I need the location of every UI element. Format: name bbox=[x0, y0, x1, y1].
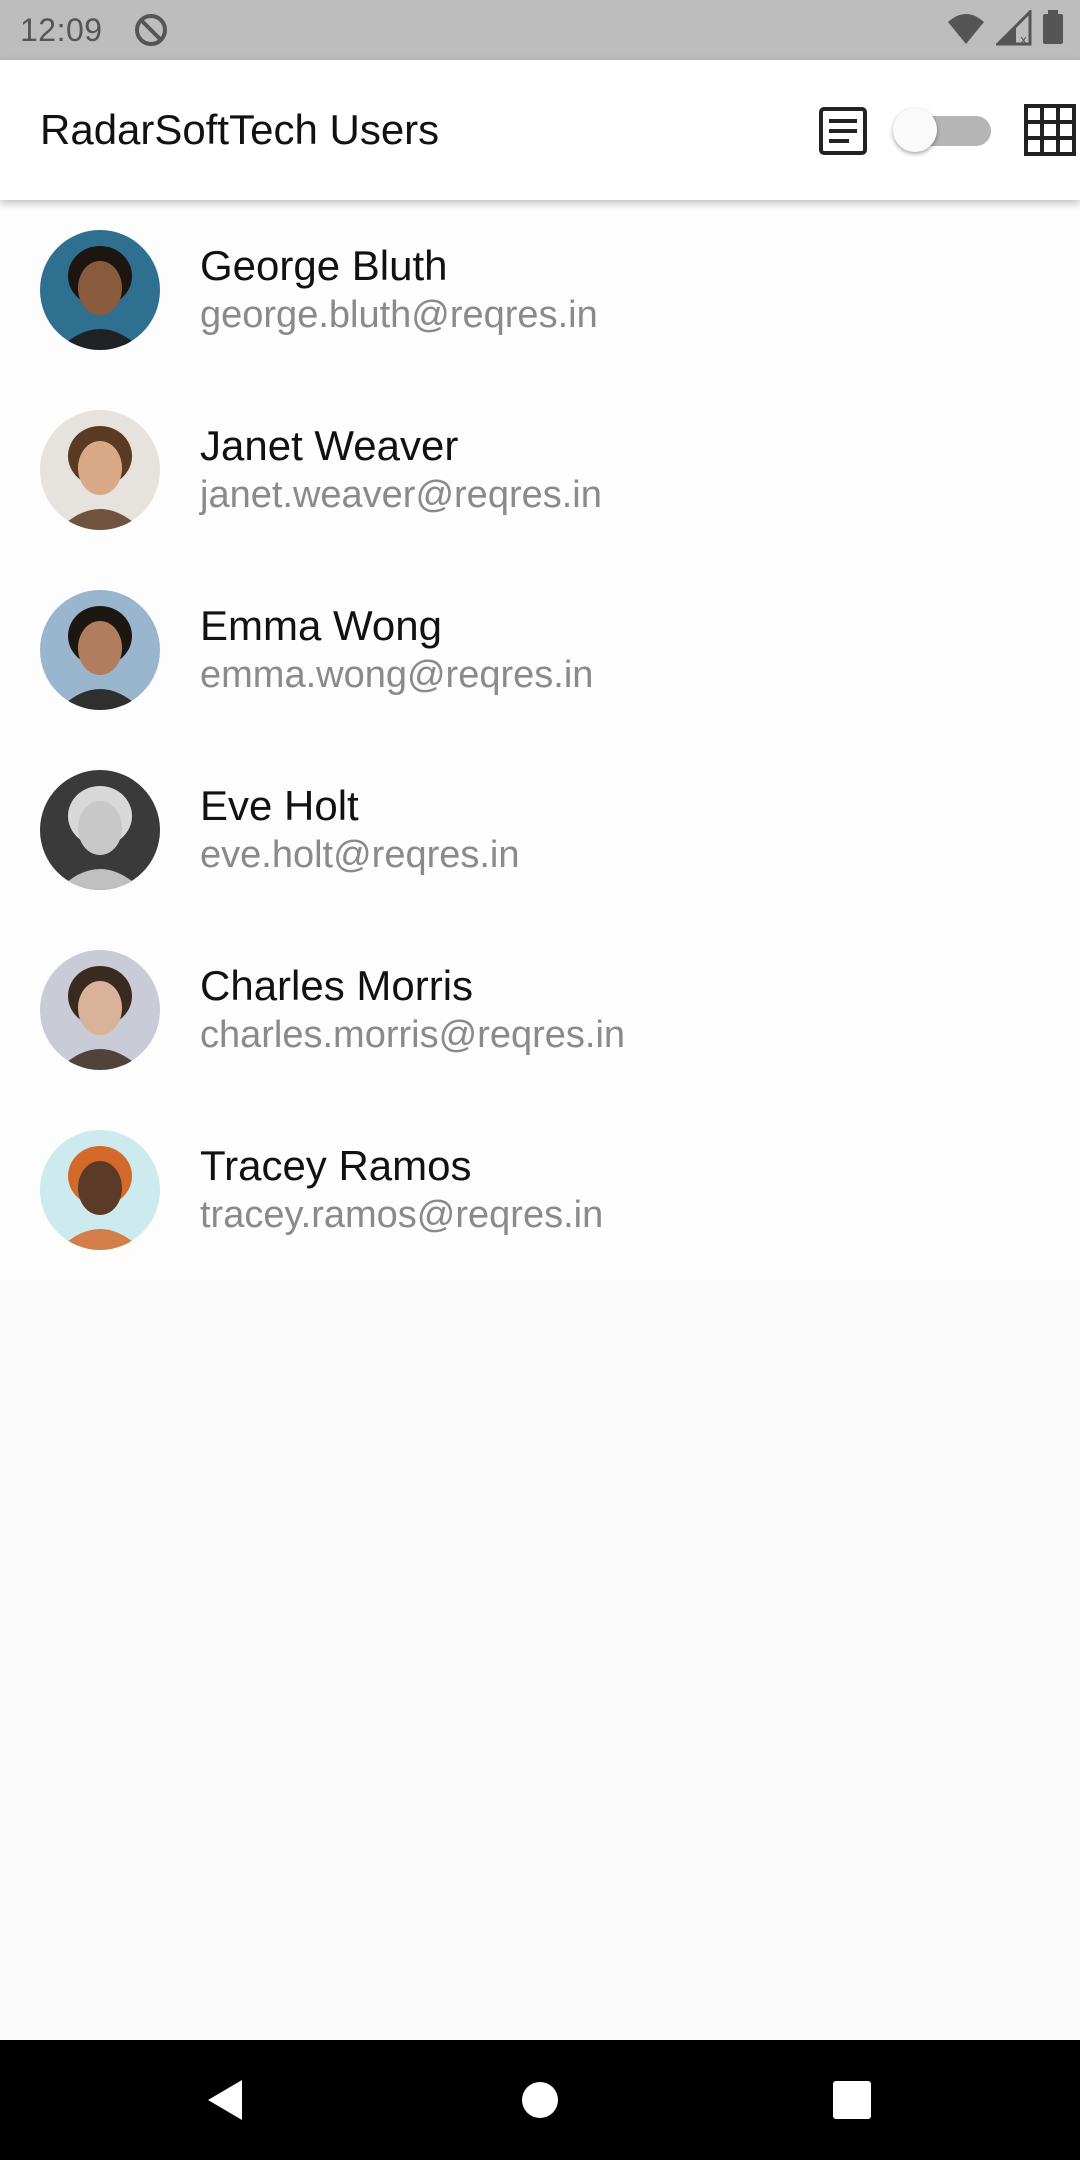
user-list-item[interactable]: Eve Holt eve.holt@reqres.in bbox=[0, 740, 1080, 920]
avatar bbox=[40, 1130, 160, 1250]
user-email: tracey.ramos@reqres.in bbox=[200, 1194, 604, 1236]
home-icon[interactable] bbox=[512, 2072, 568, 2128]
svg-text:x: x bbox=[1020, 33, 1027, 46]
avatar bbox=[40, 410, 160, 530]
user-name: Tracey Ramos bbox=[200, 1142, 472, 1189]
wifi-icon bbox=[946, 10, 986, 51]
user-email: george.bluth@reqres.in bbox=[200, 294, 598, 336]
status-bar: 12:09 x bbox=[0, 0, 1080, 60]
battery-icon bbox=[1042, 10, 1064, 51]
avatar-portrait bbox=[40, 1130, 160, 1250]
user-list: George Bluth george.bluth@reqres.in Jane… bbox=[0, 200, 1080, 1280]
at-sign-icon bbox=[133, 12, 169, 48]
avatar-portrait bbox=[40, 950, 160, 1070]
user-list-item[interactable]: Janet Weaver janet.weaver@reqres.in bbox=[0, 380, 1080, 560]
grid-view-icon[interactable] bbox=[1022, 102, 1078, 158]
avatar bbox=[40, 770, 160, 890]
list-view-icon[interactable] bbox=[815, 103, 871, 159]
user-list-item[interactable]: Emma Wong emma.wong@reqres.in bbox=[0, 560, 1080, 740]
back-icon[interactable] bbox=[198, 2072, 254, 2128]
avatar bbox=[40, 230, 160, 350]
user-email: eve.holt@reqres.in bbox=[200, 834, 520, 876]
avatar-portrait bbox=[40, 770, 160, 890]
user-list-item[interactable]: Tracey Ramos tracey.ramos@reqres.in bbox=[0, 1100, 1080, 1280]
app-title: RadarSoftTech Users bbox=[40, 106, 440, 153]
toggle-thumb bbox=[893, 108, 937, 152]
view-toggle[interactable] bbox=[893, 108, 993, 152]
user-name: Charles Morris bbox=[200, 962, 474, 1009]
user-list-item[interactable]: George Bluth george.bluth@reqres.in bbox=[0, 200, 1080, 380]
signal-icon: x bbox=[994, 8, 1032, 51]
avatar-portrait bbox=[40, 590, 160, 710]
avatar bbox=[40, 590, 160, 710]
user-list-item[interactable]: Charles Morris charles.morris@reqres.in bbox=[0, 920, 1080, 1100]
user-name: Eve Holt bbox=[200, 782, 359, 829]
avatar bbox=[40, 950, 160, 1070]
avatar-portrait bbox=[40, 230, 160, 350]
user-name: Emma Wong bbox=[200, 602, 442, 649]
status-time: 12:09 bbox=[20, 11, 103, 48]
app-bar: RadarSoftTech Users bbox=[0, 60, 1080, 200]
user-name: George Bluth bbox=[200, 242, 448, 289]
recents-icon[interactable] bbox=[824, 2072, 880, 2128]
user-email: charles.morris@reqres.in bbox=[200, 1014, 626, 1056]
navigation-bar bbox=[0, 2040, 1080, 2160]
user-email: emma.wong@reqres.in bbox=[200, 654, 594, 696]
status-icons: x bbox=[946, 8, 1064, 51]
user-name: Janet Weaver bbox=[200, 422, 459, 469]
user-email: janet.weaver@reqres.in bbox=[200, 474, 602, 516]
avatar-portrait bbox=[40, 410, 160, 530]
